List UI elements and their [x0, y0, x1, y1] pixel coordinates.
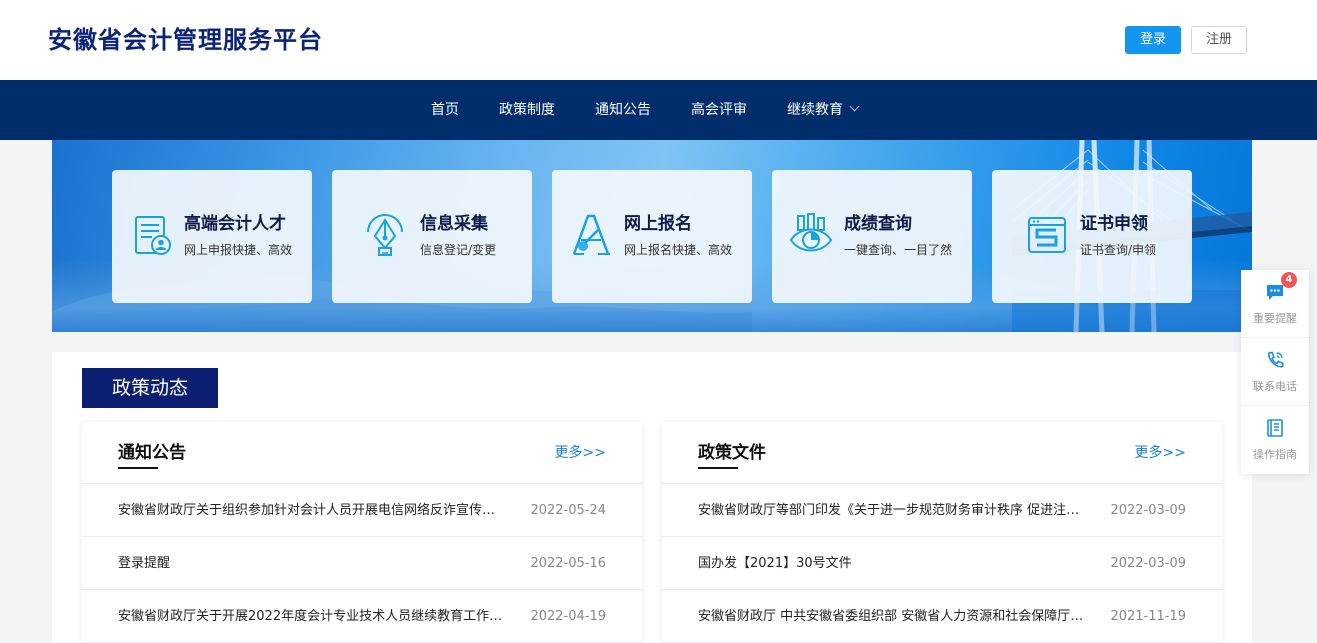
service-card-title: 成绩查询	[844, 214, 912, 234]
title-underline	[118, 467, 158, 469]
service-card-score-query[interactable]: 成绩查询 一键查询、一目了然	[772, 170, 972, 303]
service-card-title: 高端会计人才	[184, 214, 286, 234]
list-item-date: 2022-03-09	[1110, 503, 1186, 518]
list-item[interactable]: 安徽省财政厅关于开展2022年度会计专业技术人员继续教育工作的通知 2022-0…	[82, 590, 642, 643]
panel-title: 通知公告	[118, 443, 186, 463]
pen-nib-icon	[367, 214, 403, 256]
list-item-title[interactable]: 国办发【2021】30号文件	[698, 555, 1084, 572]
list-item-title[interactable]: 安徽省财政厅等部门印发《关于进一步规范财务审计秩序 促进注册会计师行业健康发展的…	[698, 502, 1084, 519]
panel-header: 通知公告 更多>>	[82, 422, 642, 484]
service-card-online-registration[interactable]: 网上报名 网上报名快捷、高效	[552, 170, 752, 303]
contact-phone-button[interactable]: 联系电话	[1241, 338, 1309, 406]
site-title[interactable]: 安徽省会计管理服务平台	[48, 24, 323, 56]
talent-document-icon	[135, 216, 171, 255]
title-underline	[698, 467, 738, 469]
nav-item-home[interactable]: 首页	[431, 80, 459, 140]
list-item-title[interactable]: 安徽省财政厅关于开展2022年度会计专业技术人员继续教育工作的通知	[118, 608, 504, 625]
service-card-subtitle: 信息登记/变更	[420, 243, 497, 257]
notices-panel: 通知公告 更多>> 安徽省财政厅关于组织参加针对会计人员开展电信网络反诈宣传活动…	[82, 422, 642, 643]
panel-header: 政策文件 更多>>	[662, 422, 1222, 484]
panel-title: 政策文件	[698, 443, 766, 463]
list-item-title[interactable]: 登录提醒	[118, 555, 504, 572]
certificate-window-icon	[1028, 217, 1066, 253]
phone-icon	[1268, 351, 1284, 368]
list-item-date: 2022-04-19	[530, 609, 606, 624]
service-card-subtitle: 网上申报快捷、高效	[184, 243, 293, 257]
notification-badge: 4	[1281, 272, 1297, 288]
nav-item-notices[interactable]: 通知公告	[595, 80, 651, 140]
service-card-title: 信息采集	[420, 214, 488, 234]
list-item[interactable]: 国办发【2021】30号文件 2022-03-09	[662, 537, 1222, 590]
list-item-date: 2022-05-24	[530, 503, 606, 518]
float-item-label: 重要提醒	[1253, 312, 1297, 325]
list-item[interactable]: 安徽省财政厅 中共安徽省委组织部 安徽省人力资源和社会保障厅关于印发相关文件的通…	[662, 590, 1222, 643]
list-item-title[interactable]: 安徽省财政厅关于组织参加针对会计人员开展电信网络反诈宣传活动的通知	[118, 502, 504, 519]
section-title: 政策动态	[82, 368, 218, 408]
main-nav: 首页 政策制度 通知公告 高会评审 继续教育	[0, 80, 1317, 140]
guide-book-icon	[1267, 419, 1283, 437]
policy-files-panel: 政策文件 更多>> 安徽省财政厅等部门印发《关于进一步规范财务审计秩序 促进注册…	[662, 422, 1222, 643]
important-reminder-button[interactable]: 4 重要提醒	[1241, 270, 1309, 338]
site-header: 安徽省会计管理服务平台 登录 注册	[0, 0, 1317, 80]
list-item[interactable]: 安徽省财政厅关于组织参加针对会计人员开展电信网络反诈宣传活动的通知 2022-0…	[82, 484, 642, 537]
login-button[interactable]: 登录	[1125, 26, 1181, 54]
list-item-date: 2022-05-16	[530, 556, 606, 571]
list-item-date: 2022-03-09	[1110, 556, 1186, 571]
floating-toolbar: 4 重要提醒 联系电话 操作指南	[1241, 270, 1309, 474]
nav-item-label: 继续教育	[787, 102, 843, 118]
service-banner: 高端会计人才 网上申报快捷、高效 信息采集 信息登记/变更 网上报名 网上报名快…	[52, 140, 1252, 332]
more-link[interactable]: 更多>>	[555, 444, 606, 462]
operation-guide-button[interactable]: 操作指南	[1241, 406, 1309, 474]
service-card-subtitle: 网上报名快捷、高效	[624, 243, 733, 257]
nav-item-continuing-education[interactable]: 继续教育	[787, 80, 860, 140]
list-item[interactable]: 登录提醒 2022-05-16	[82, 537, 642, 590]
letter-a-pen-icon	[572, 214, 610, 255]
nav-item-policy[interactable]: 政策制度	[499, 80, 555, 140]
float-item-label: 操作指南	[1253, 448, 1297, 461]
service-card-subtitle: 一键查询、一目了然	[844, 243, 953, 257]
list-item-title[interactable]: 安徽省财政厅 中共安徽省委组织部 安徽省人力资源和社会保障厅关于印发相关文件的通…	[698, 608, 1084, 625]
list-item-date: 2021-11-19	[1110, 609, 1186, 624]
service-card-certificate[interactable]: 证书申领 证书查询/申领	[992, 170, 1192, 303]
service-card-title: 证书申领	[1080, 214, 1148, 234]
service-card-title: 网上报名	[624, 214, 692, 234]
nav-item-senior-review[interactable]: 高会评审	[691, 80, 747, 140]
service-card-accounting-talent[interactable]: 高端会计人才 网上申报快捷、高效	[112, 170, 312, 303]
service-card-info-collection[interactable]: 信息采集 信息登记/变更	[332, 170, 532, 303]
service-card-subtitle: 证书查询/申领	[1080, 243, 1157, 257]
chevron-down-icon	[849, 101, 860, 112]
more-link[interactable]: 更多>>	[1135, 444, 1186, 462]
register-button[interactable]: 注册	[1191, 26, 1247, 54]
float-item-label: 联系电话	[1253, 380, 1297, 393]
list-item[interactable]: 安徽省财政厅等部门印发《关于进一步规范财务审计秩序 促进注册会计师行业健康发展的…	[662, 484, 1222, 537]
eye-chart-icon	[789, 213, 833, 252]
policy-news-section: 政策动态 通知公告 更多>> 安徽省财政厅关于组织参加针对会计人员开展电信网络反…	[52, 352, 1252, 643]
